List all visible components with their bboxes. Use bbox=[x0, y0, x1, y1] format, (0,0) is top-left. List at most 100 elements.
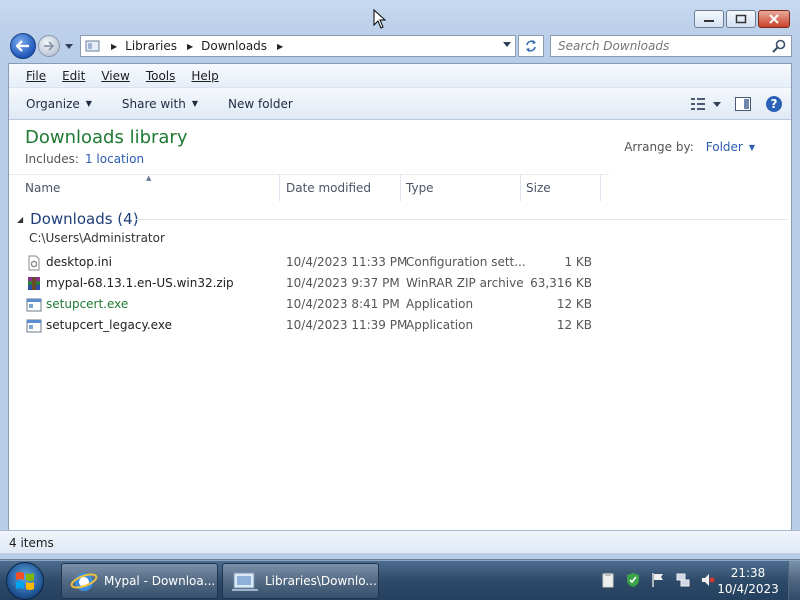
refresh-icon bbox=[526, 40, 536, 52]
arrange-label: Arrange by: bbox=[624, 140, 694, 154]
breadcrumb-libraries[interactable]: Libraries bbox=[125, 39, 177, 53]
column-divider[interactable] bbox=[279, 175, 280, 201]
column-name[interactable]: Name bbox=[25, 181, 60, 195]
column-type[interactable]: Type bbox=[406, 181, 434, 195]
taskbar-button-libraries[interactable]: Libraries\Downlo... bbox=[222, 563, 379, 599]
share-with-button[interactable]: Share with ▼ bbox=[122, 97, 198, 111]
show-desktop-button[interactable] bbox=[788, 561, 800, 600]
collapse-icon[interactable]: ◢ bbox=[17, 215, 23, 224]
group-title: Downloads (4) bbox=[30, 210, 139, 228]
file-size: 12 KB bbox=[556, 318, 592, 332]
file-row[interactable]: desktop.ini 10/4/2023 11:33 PM Configura… bbox=[9, 252, 609, 273]
library-includes: Includes: 1 location bbox=[25, 152, 144, 166]
menu-help[interactable]: Help bbox=[191, 69, 218, 83]
search-input[interactable] bbox=[558, 39, 758, 53]
locations-link[interactable]: 1 location bbox=[85, 152, 144, 166]
winrar-archive-icon bbox=[28, 277, 40, 290]
forward-button[interactable] bbox=[38, 35, 60, 57]
command-bar: Organize ▼ Share with ▼ New folder ? bbox=[9, 88, 791, 120]
chevron-right-icon[interactable]: ▶ bbox=[277, 42, 283, 51]
security-shield-icon[interactable] bbox=[625, 572, 641, 588]
explorer-window: ▶ Libraries ▶ Downloads ▶ File Edit View… bbox=[0, 0, 800, 560]
file-row[interactable]: mypal-68.13.1.en-US.win32.zip 10/4/2023 … bbox=[9, 273, 609, 294]
share-with-label: Share with bbox=[121, 96, 186, 111]
libraries-icon bbox=[232, 572, 258, 591]
file-name: mypal-68.13.1.en-US.win32.zip bbox=[46, 276, 234, 290]
chevron-down-icon: ▼ bbox=[191, 99, 198, 108]
close-button[interactable] bbox=[758, 10, 790, 28]
action-center-flag-icon[interactable] bbox=[650, 572, 666, 588]
forward-arrow-icon bbox=[44, 41, 55, 51]
status-bar: 4 items bbox=[0, 530, 800, 553]
arrange-by-dropdown[interactable]: Folder ▼ bbox=[706, 140, 755, 154]
file-size: 1 KB bbox=[564, 255, 592, 269]
column-headers: ▲ Name Date modified Type Size bbox=[9, 174, 609, 201]
file-group: ◢ Downloads (4) C:\Users\Administrator bbox=[17, 210, 787, 245]
file-name: setupcert.exe bbox=[46, 297, 129, 311]
windows-logo-icon bbox=[16, 572, 34, 590]
sort-ascending-icon: ▲ bbox=[146, 174, 152, 182]
organize-button[interactable]: Organize ▼ bbox=[26, 97, 92, 111]
close-icon bbox=[769, 14, 779, 24]
group-divider bbox=[135, 219, 787, 220]
includes-label: Includes: bbox=[25, 152, 79, 166]
file-size: 12 KB bbox=[556, 297, 592, 311]
new-folder-button[interactable]: New folder bbox=[228, 97, 293, 111]
system-tray bbox=[600, 572, 716, 588]
clock[interactable]: 21:38 10/4/2023 bbox=[708, 565, 788, 597]
column-divider[interactable] bbox=[400, 175, 401, 201]
column-date-modified[interactable]: Date modified bbox=[286, 181, 371, 195]
taskbar-button-mypal[interactable]: Mypal - Downloa... bbox=[61, 563, 218, 599]
chevron-right-icon: ▶ bbox=[111, 41, 118, 51]
file-type: Application bbox=[406, 297, 474, 311]
start-button[interactable] bbox=[6, 562, 44, 600]
column-divider[interactable] bbox=[600, 175, 601, 201]
file-name: setupcert_legacy.exe bbox=[46, 318, 172, 332]
minimize-button[interactable] bbox=[694, 10, 724, 28]
search-icon[interactable] bbox=[772, 39, 786, 53]
menu-tools[interactable]: Tools bbox=[146, 69, 176, 83]
back-button[interactable] bbox=[10, 33, 36, 59]
refresh-button[interactable] bbox=[518, 35, 544, 57]
preview-pane-icon[interactable] bbox=[735, 97, 751, 111]
config-file-icon bbox=[28, 255, 40, 271]
column-divider[interactable] bbox=[520, 175, 521, 201]
address-bar[interactable]: ▶ Libraries ▶ Downloads ▶ bbox=[80, 35, 516, 57]
maximize-button[interactable] bbox=[726, 10, 756, 28]
file-type: Application bbox=[406, 318, 474, 332]
file-list: desktop.ini 10/4/2023 11:33 PM Configura… bbox=[9, 252, 609, 336]
menu-file[interactable]: File bbox=[26, 69, 46, 83]
menu-view[interactable]: View bbox=[101, 69, 129, 83]
chevron-down-icon: ▼ bbox=[748, 142, 755, 152]
file-date: 10/4/2023 9:37 PM bbox=[286, 276, 400, 290]
library-header: Downloads library Includes: 1 location Ar… bbox=[9, 122, 791, 174]
explorer-content: File Edit View Tools Help Organize ▼ Sha… bbox=[8, 63, 792, 551]
taskbar-button-label: Libraries\Downlo... bbox=[265, 574, 377, 588]
change-view-icon[interactable] bbox=[691, 97, 721, 111]
address-dropdown-icon[interactable] bbox=[503, 42, 511, 47]
file-row[interactable]: setupcert.exe 10/4/2023 8:41 PM Applicat… bbox=[9, 294, 609, 315]
clipboard-icon[interactable] bbox=[600, 572, 616, 588]
clock-date: 10/4/2023 bbox=[717, 582, 779, 596]
file-name: desktop.ini bbox=[46, 255, 112, 269]
chevron-right-icon[interactable]: ▶ bbox=[187, 42, 193, 51]
menu-bar: File Edit View Tools Help bbox=[9, 64, 791, 88]
network-icon[interactable] bbox=[675, 572, 691, 588]
column-size[interactable]: Size bbox=[526, 181, 551, 195]
maximize-icon bbox=[735, 14, 747, 24]
clock-time: 21:38 bbox=[730, 566, 766, 580]
menu-edit[interactable]: Edit bbox=[62, 69, 85, 83]
breadcrumb-downloads[interactable]: Downloads bbox=[201, 39, 267, 53]
mouse-cursor-icon bbox=[373, 8, 387, 32]
chevron-down-icon: ▼ bbox=[85, 99, 92, 108]
recent-pages-dropdown[interactable] bbox=[64, 41, 74, 51]
svg-text:?: ? bbox=[771, 97, 778, 111]
file-row[interactable]: setupcert_legacy.exe 10/4/2023 11:39 PM … bbox=[9, 315, 609, 336]
organize-label: Organize bbox=[26, 96, 80, 111]
search-box[interactable] bbox=[550, 35, 792, 57]
file-date: 10/4/2023 11:33 PM bbox=[286, 255, 408, 269]
help-icon[interactable]: ? bbox=[765, 95, 783, 113]
taskbar: Mypal - Downloa... Libraries\Downlo... 2… bbox=[0, 560, 800, 600]
view-controls: ? bbox=[691, 95, 783, 113]
file-date: 10/4/2023 8:41 PM bbox=[286, 297, 400, 311]
